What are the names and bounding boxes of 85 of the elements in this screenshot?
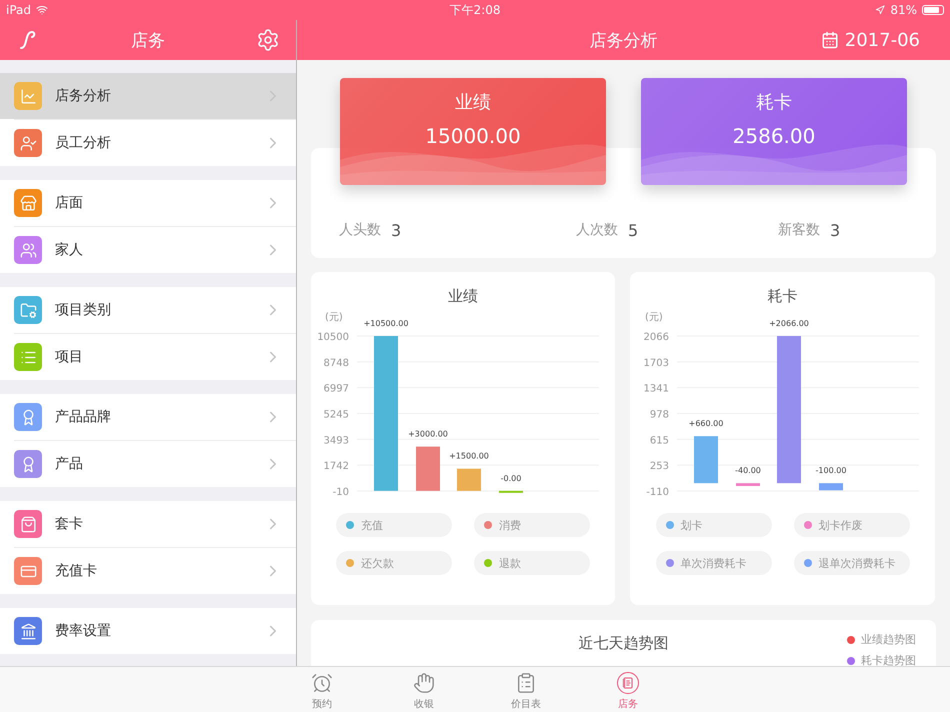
axis-tick-label: 615 [649,435,668,446]
sidebar-item-label: 项目 [55,348,84,366]
legend-item[interactable]: 单次消费耗卡 [656,551,772,575]
sidebar-item-label: 家人 [55,241,84,259]
legend-label: 充值 [361,518,383,532]
axis-tick-label: 1703 [643,358,668,369]
panel-title: 店务 [131,30,165,52]
legend-item[interactable]: 划卡 [656,513,772,537]
axis-tick-label: 1341 [643,384,668,395]
battery-icon [922,5,944,15]
legend-label: 划卡 [680,518,702,532]
sidebar-item[interactable]: 店务分析 [0,73,296,119]
axis-tick-label: -110 [646,487,668,498]
tab[interactable]: 店务 [577,667,679,712]
clipboard-icon [515,672,537,694]
sidebar-item-label: 员工分析 [55,134,112,152]
card-title: 业绩 [455,91,491,114]
legend-label: 消费 [499,518,521,532]
legend-item[interactable]: 还欠款 [336,551,452,575]
stat-label: 人头数 [339,221,381,239]
chart-title: 耗卡 [768,287,798,305]
value-label: +10500.00 [364,319,408,328]
sidebar-item-label: 店务分析 [55,87,112,105]
value-label: +2066.00 [768,319,808,328]
value-label: -40.00 [734,466,760,476]
sidebar-item-label: 项目类别 [55,301,112,319]
location-icon [875,5,886,15]
sidebar-item-label: 产品 [55,455,84,473]
alarm-clock-icon [311,672,333,694]
legend-label: 耗卡趋势图 [861,653,916,666]
calendar-icon[interactable] [820,31,839,49]
tab[interactable]: 价目表 [475,667,577,712]
stat-label: 新客数 [778,221,820,239]
legend-item[interactable]: 退单次消费耗卡 [794,551,910,575]
card-value: 15000.00 [425,124,521,148]
tab[interactable]: 预约 [271,667,373,712]
value-label: +3000.00 [408,430,448,439]
stat-label: 人次数 [576,221,618,239]
value-label: -100.00 [815,466,846,476]
page-title: 店务分析 [590,30,658,52]
device-name: iPad [6,3,32,17]
hand-icon [413,672,435,694]
legend-item[interactable]: 充值 [336,513,452,537]
value-label: +660.00 [688,419,723,428]
axis-tick-label: 253 [649,461,668,472]
battery-percent: 81% [890,3,917,17]
card-title: 耗卡 [756,91,792,114]
axis-tick-label: 1742 [324,461,349,472]
legend-label: 退单次消费耗卡 [818,556,896,570]
date-label[interactable]: 2017-06 [844,30,920,50]
legend-label: 还欠款 [361,556,394,570]
axis-tick-label: 978 [649,410,668,420]
trend-title: 近七天趋势图 [578,634,668,654]
legend-item[interactable]: 划卡作废 [794,513,910,537]
axis-unit-label: (元) [325,312,343,323]
sidebar-item-label: 费率设置 [55,622,112,640]
legend-item[interactable]: 消费 [474,513,590,537]
card-value: 2586.00 [732,124,816,148]
axis-tick-label: 6997 [324,384,349,395]
stat-value: 5 [628,220,638,240]
axis-tick-label: -10 [332,487,349,498]
stat-value: 3 [830,220,840,240]
legend-label: 退款 [499,556,521,570]
tab[interactable]: 收银 [373,667,475,712]
status-time: 下午2:08 [450,2,500,18]
axis-tick-label: 3493 [324,435,349,446]
axis-tick-label: 10500 [317,332,349,343]
value-label: +1500.00 [449,452,489,461]
settings-icon[interactable] [256,28,280,52]
sidebar-item-label: 店面 [55,194,84,212]
sidebar-item-label: 充值卡 [55,562,98,580]
legend-label: 划卡作废 [818,518,862,532]
sidebar-item-label: 产品品牌 [55,408,112,426]
axis-tick-label: 5245 [324,410,349,420]
axis-tick-label: 8748 [324,358,349,369]
notebook-icon [617,672,639,694]
axis-tick-label: 2066 [643,332,668,343]
axis-unit-label: (元) [644,312,662,323]
legend-label: 业绩趋势图 [861,632,916,647]
sidebar-item-label: 套卡 [55,515,84,533]
legend-label: 单次消费耗卡 [680,556,746,570]
stat-value: 3 [391,220,402,240]
chart-title: 业绩 [448,287,478,305]
value-label: -0.00 [500,474,522,483]
legend-item[interactable]: 退款 [474,551,590,575]
